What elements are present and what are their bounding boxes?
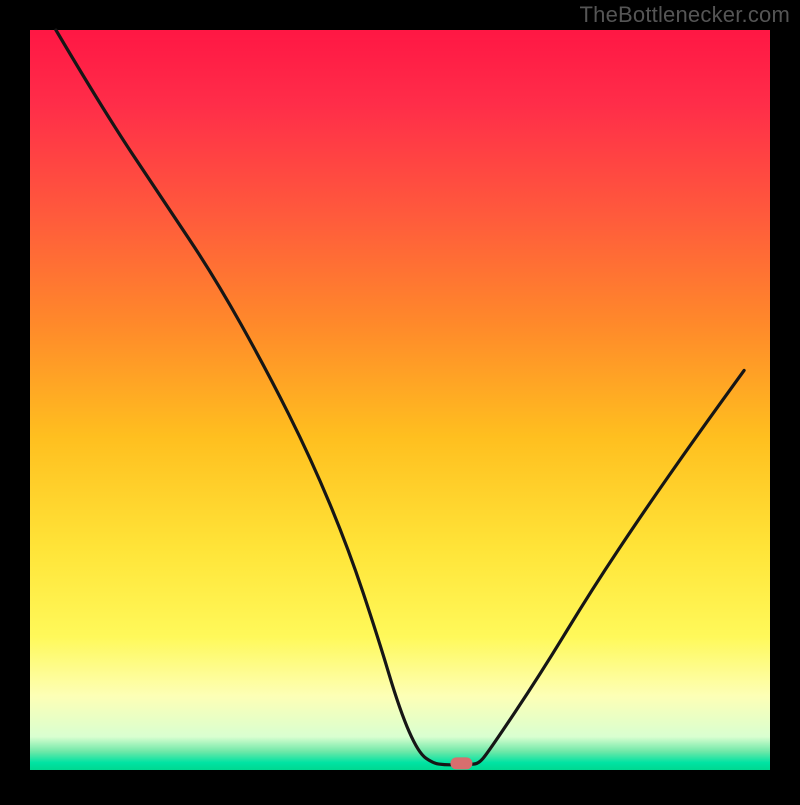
watermark-text: TheBottlenecker.com — [580, 2, 790, 28]
optimum-marker — [450, 757, 472, 769]
chart-svg — [0, 0, 800, 800]
bottleneck-chart — [0, 0, 800, 800]
chart-background — [30, 30, 770, 770]
